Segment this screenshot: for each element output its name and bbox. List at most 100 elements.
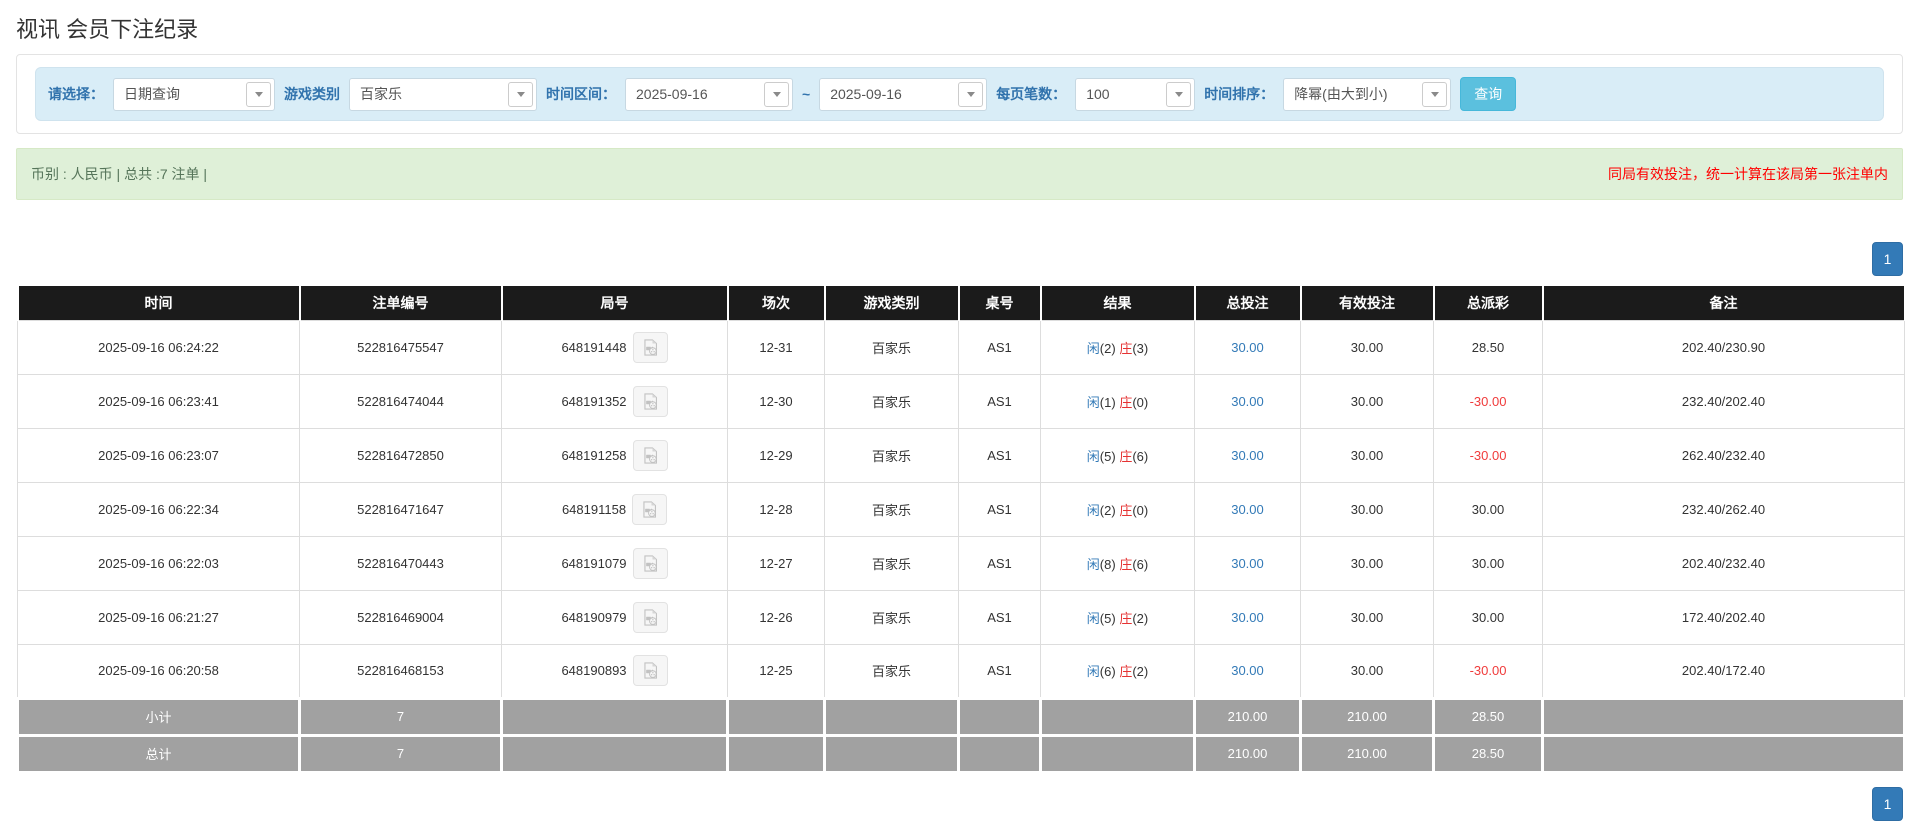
- sort-select[interactable]: 降幂(由大到小): [1283, 77, 1452, 111]
- column-header-game-type: 游戏类别: [823, 286, 960, 320]
- total-bet-link[interactable]: 30.00: [1231, 448, 1264, 463]
- result-banker-count: (0): [1132, 394, 1149, 410]
- result-player-label: 闲: [1086, 502, 1100, 518]
- cell-game-type: 百家乐: [824, 373, 959, 429]
- cell-valid-bet: 30.00: [1300, 427, 1434, 483]
- total-bet-link[interactable]: 30.00: [1231, 610, 1264, 625]
- cell-game-type: 百家乐: [824, 427, 959, 483]
- column-header-time: 时间: [16, 286, 301, 320]
- total-bet-link[interactable]: 30.00: [1231, 556, 1264, 571]
- result-player-count: (2): [1099, 340, 1116, 356]
- cell-bet-id: 522816471647: [299, 481, 502, 537]
- pagination-top: 1: [16, 242, 1903, 276]
- summary-valid-bet: 210.00: [1299, 696, 1435, 736]
- result-banker-label: 庄: [1119, 340, 1133, 356]
- video-file-icon[interactable]: [632, 331, 668, 363]
- video-file-icon[interactable]: [632, 385, 668, 417]
- page-size-select[interactable]: 100: [1075, 77, 1196, 111]
- column-header-payout: 总派彩: [1432, 286, 1544, 320]
- cell-valid-bet: 30.00: [1300, 481, 1434, 537]
- result-banker-count: (2): [1132, 664, 1149, 679]
- chevron-down-icon[interactable]: [958, 81, 984, 107]
- cell-session: 12-29: [727, 427, 825, 483]
- cell-round-id: 648191352: [501, 373, 728, 429]
- cell-bet-id: 522816468153: [299, 643, 502, 699]
- video-file-icon[interactable]: [632, 493, 668, 525]
- chevron-down-icon[interactable]: [764, 81, 789, 107]
- video-file-icon[interactable]: [632, 547, 668, 579]
- table-row: 2025-09-16 06:22:03 522816470443 6481910…: [17, 535, 1905, 591]
- total-bet-link[interactable]: 30.00: [1231, 394, 1264, 409]
- cell-total-bet: 30.00: [1194, 373, 1301, 429]
- cell-result: 闲(8) 庄(6): [1040, 535, 1195, 591]
- result-player-count: (6): [1099, 664, 1116, 679]
- cell-time: 2025-09-16 06:22:34: [17, 481, 300, 537]
- cell-time: 2025-09-16 06:20:58: [17, 643, 300, 699]
- summary-count: 7: [298, 733, 503, 773]
- cell-round-id: 648191448: [501, 319, 728, 375]
- page-size-label: 每页笔数：: [996, 86, 1067, 102]
- game-type-select[interactable]: 百家乐: [349, 77, 537, 111]
- video-file-icon[interactable]: [632, 439, 668, 471]
- filter-bar: 请选择： 日期查询 游戏类别 百家乐 时间区间： 2025-09-16 ~ 20…: [35, 67, 1884, 121]
- result-player-count: (5): [1099, 610, 1116, 626]
- select-label: 请选择：: [48, 86, 104, 102]
- cell-table-no: AS1: [958, 427, 1041, 483]
- round-id-value: 648190893: [561, 663, 627, 678]
- chevron-down-icon[interactable]: [1422, 81, 1448, 107]
- column-header-session: 场次: [726, 286, 826, 320]
- cell-valid-bet: 30.00: [1300, 535, 1434, 591]
- cell-round-id: 648191079: [501, 535, 728, 591]
- cell-total-bet: 30.00: [1194, 319, 1301, 375]
- round-id-value: 648190979: [561, 609, 627, 625]
- chevron-down-icon[interactable]: [246, 81, 271, 107]
- cell-table-no: AS1: [958, 589, 1041, 645]
- column-header-total-bet: 总投注: [1193, 286, 1302, 320]
- result-banker-count: (3): [1132, 340, 1149, 356]
- summary-total-bet: 210.00: [1193, 733, 1302, 773]
- cell-valid-bet: 30.00: [1300, 373, 1434, 429]
- cell-table-no: AS1: [958, 319, 1041, 375]
- round-id-value: 648191352: [561, 393, 627, 409]
- date-to-value: 2025-09-16: [830, 86, 902, 102]
- search-button[interactable]: 查询: [1460, 77, 1517, 111]
- chevron-down-icon[interactable]: [1166, 81, 1192, 107]
- page-button-1[interactable]: 1: [1872, 242, 1903, 276]
- result-player-label: 闲: [1086, 448, 1100, 464]
- result-player-count: (2): [1099, 502, 1116, 518]
- cell-remark: 232.40/202.40: [1542, 373, 1905, 429]
- table-row: 2025-09-16 06:22:34 522816471647 6481911…: [17, 481, 1905, 537]
- total-bet-link[interactable]: 30.00: [1231, 502, 1264, 517]
- bet-records-table: 时间 注单编号 局号 场次 游戏类别 桌号 结果 总投注 有效投注 总派彩 备注…: [16, 286, 1906, 773]
- cell-valid-bet: 30.00: [1300, 643, 1434, 699]
- sort-value: 降幂(由大到小): [1294, 86, 1388, 102]
- date-from-input[interactable]: 2025-09-16: [625, 77, 793, 111]
- query-type-select[interactable]: 日期查询: [113, 77, 275, 111]
- column-header-result: 结果: [1039, 286, 1196, 320]
- cell-remark: 172.40/202.40: [1542, 589, 1905, 645]
- video-file-icon[interactable]: [632, 655, 668, 686]
- result-banker-label: 庄: [1119, 664, 1133, 679]
- cell-session: 12-30: [727, 373, 825, 429]
- cell-result: 闲(2) 庄(3): [1040, 319, 1195, 375]
- round-id-value: 648191079: [561, 555, 627, 571]
- page-size-value: 100: [1086, 86, 1110, 102]
- video-file-icon[interactable]: [632, 601, 668, 633]
- cell-time: 2025-09-16 06:23:07: [17, 427, 300, 483]
- total-bet-link[interactable]: 30.00: [1231, 663, 1264, 678]
- total-bet-link[interactable]: 30.00: [1231, 340, 1264, 355]
- cell-result: 闲(6) 庄(2): [1040, 643, 1195, 699]
- date-to-input[interactable]: 2025-09-16: [819, 77, 988, 111]
- result-banker-label: 庄: [1119, 556, 1133, 572]
- cell-total-bet: 30.00: [1194, 643, 1301, 699]
- chevron-down-icon[interactable]: [508, 81, 533, 107]
- page-title: 视讯 会员下注纪录: [16, 17, 199, 42]
- cell-remark: 202.40/232.40: [1542, 535, 1905, 591]
- round-id-value: 648191158: [561, 501, 627, 517]
- page-button-1[interactable]: 1: [1872, 787, 1903, 821]
- summary-label: 小计: [16, 696, 301, 736]
- column-header-remark: 备注: [1541, 286, 1906, 320]
- result-banker-label: 庄: [1119, 394, 1133, 410]
- cell-table-no: AS1: [958, 643, 1041, 699]
- cell-remark: 232.40/262.40: [1542, 481, 1905, 537]
